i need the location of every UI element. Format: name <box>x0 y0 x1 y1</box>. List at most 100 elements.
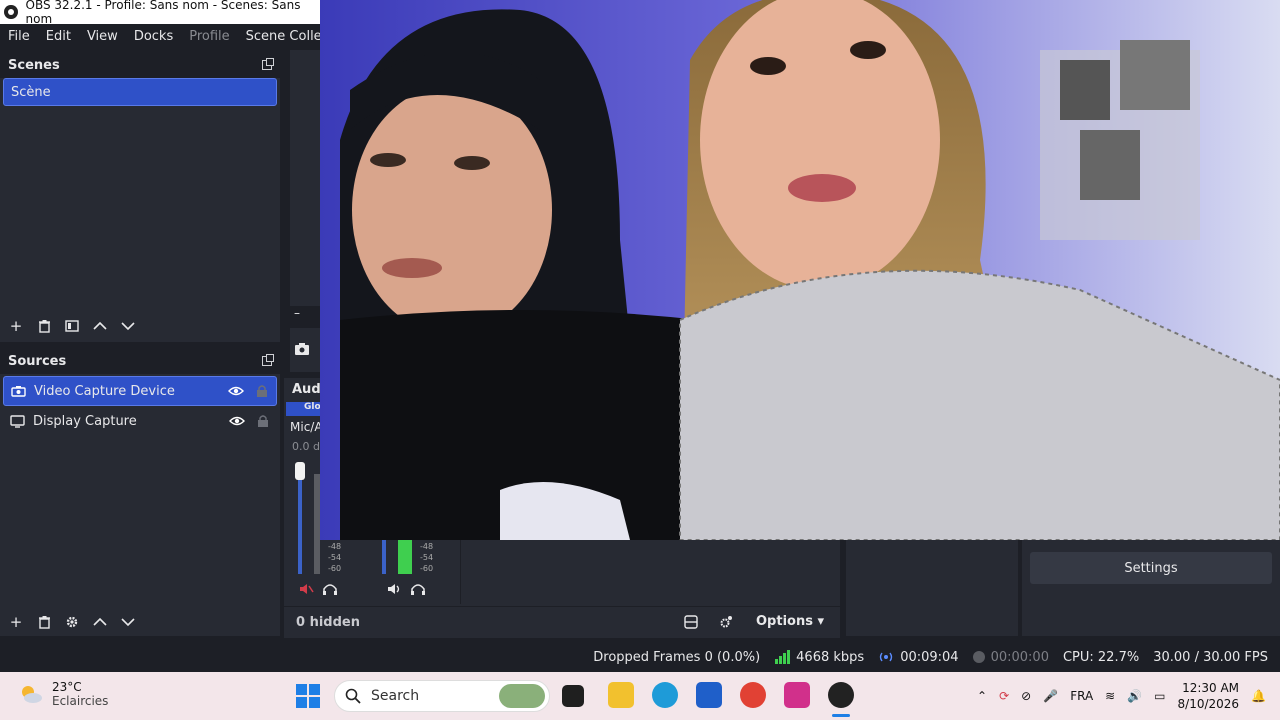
scene-filters-button[interactable] <box>62 316 82 336</box>
broadcast-icon <box>879 652 893 662</box>
clock[interactable]: 12:30 AM 8/10/2026 <box>1178 680 1240 712</box>
undock-icon[interactable] <box>262 354 274 366</box>
settings-button[interactable]: Settings <box>1030 552 1272 584</box>
volume-icon[interactable]: 🔊 <box>1127 689 1142 703</box>
edge-browser-icon[interactable] <box>652 682 678 708</box>
mixer-divider <box>460 540 461 604</box>
remove-source-button[interactable] <box>34 612 54 632</box>
windows-taskbar: 23°C Eclaircies Search ⌃ ⟳ ⊘ 🎤 FRA ≋ 🔊 ▭… <box>0 672 1280 720</box>
add-scene-button[interactable]: + <box>6 316 26 336</box>
obs-window: OBS 32.2.1 - Profile: Sans nom - Scenes:… <box>0 0 1280 720</box>
filters-icon <box>65 320 79 332</box>
show-hidden-icons-chevron-icon[interactable]: ⌃ <box>977 689 987 703</box>
windows-logo-icon <box>296 684 307 695</box>
meter-scale-54: -54 <box>328 553 342 562</box>
weather-widget[interactable]: 23°C Eclaircies <box>18 680 108 708</box>
weather-temperature: 23°C <box>52 680 82 694</box>
menu-file[interactable]: File <box>0 29 38 44</box>
eye-icon[interactable] <box>228 384 244 398</box>
active-app-indicator <box>832 714 850 717</box>
start-button[interactable] <box>296 684 320 708</box>
window-title: OBS 32.2.1 - Profile: Sans nom - Scenes:… <box>25 0 301 26</box>
sources-footer: 0 hidden Options ▾ <box>284 606 840 638</box>
trash-icon <box>38 616 50 629</box>
taskbar-search[interactable]: Search <box>334 680 550 712</box>
battery-icon[interactable]: ▭ <box>1154 689 1165 703</box>
volume-fader-track[interactable] <box>298 464 302 574</box>
record-dot-icon <box>972 651 985 663</box>
eye-icon[interactable] <box>229 414 245 428</box>
meter-scale-48: -48 <box>328 542 342 551</box>
source-properties-button[interactable] <box>62 612 82 632</box>
sources-toolbar: + <box>0 608 280 636</box>
scene-item[interactable]: Scène <box>3 78 277 106</box>
sources-title: Sources <box>8 353 67 369</box>
headphones-icon[interactable] <box>322 582 338 596</box>
add-source-button[interactable]: + <box>6 612 26 632</box>
chevron-up-icon <box>93 321 107 330</box>
system-tray: ⌃ ⟳ ⊘ 🎤 FRA ≋ 🔊 ▭ 12:30 AM 8/10/2026 🔔 <box>977 672 1266 720</box>
lock-icon[interactable] <box>254 384 270 398</box>
obs-logo-icon <box>4 5 18 19</box>
scenes-title: Scenes <box>8 57 60 73</box>
chrome-icon[interactable] <box>740 682 766 708</box>
remove-scene-button[interactable] <box>34 316 54 336</box>
search-highlight-image <box>499 684 545 708</box>
channel-volume-db: 0.0 d <box>292 440 320 453</box>
microphone-icon[interactable]: 🎤 <box>1043 689 1058 703</box>
obs-taskbar-icon[interactable] <box>828 682 854 708</box>
menu-view[interactable]: View <box>79 29 126 44</box>
notifications-bell-icon[interactable]: 🔔 <box>1251 689 1266 703</box>
options-label: Options <box>756 614 813 629</box>
layout-icon[interactable] <box>684 615 698 629</box>
sync-icon[interactable]: ⟳ <box>999 689 1009 703</box>
source-item-label: Display Capture <box>33 413 137 429</box>
menu-profile[interactable]: Profile <box>181 29 237 44</box>
meter-scale: -48 -54 -60 <box>328 541 341 574</box>
dropped-frames: Dropped Frames 0 (0.0%) <box>593 649 761 665</box>
clock-date: 8/10/2026 <box>1177 697 1240 711</box>
camera-icon[interactable] <box>294 342 310 356</box>
source-item-display-capture[interactable]: Display Capture <box>3 406 277 436</box>
microsoft-store-icon[interactable] <box>696 682 722 708</box>
speaker-muted-icon[interactable] <box>298 582 314 596</box>
controls-dock <box>846 540 1018 636</box>
source-item-video-capture[interactable]: Video Capture Device <box>3 376 277 406</box>
transitions-dock <box>290 50 320 306</box>
meter-scale-48: -48 <box>420 542 434 551</box>
wifi-icon[interactable]: ≋ <box>1105 689 1115 703</box>
lock-icon[interactable] <box>255 414 271 428</box>
fps-readout: 30.00 / 30.00 FPS <box>1153 649 1268 665</box>
webcam-frame-image <box>320 0 1280 540</box>
scenes-header: Scenes <box>0 52 280 78</box>
move-scene-up-button[interactable] <box>90 316 110 336</box>
streaming-time: 00:00:00 <box>972 650 1049 665</box>
menu-docks[interactable]: Docks <box>126 29 181 44</box>
options-button[interactable]: Options ▾ <box>756 614 824 629</box>
controls-panel: Settings <box>1022 540 1280 636</box>
undock-icon[interactable] <box>262 58 274 70</box>
language-indicator[interactable]: FRA <box>1070 689 1093 703</box>
meter-scale-54: -54 <box>420 553 434 562</box>
advanced-audio-gear-icon[interactable] <box>718 614 734 630</box>
network-off-icon[interactable]: ⊘ <box>1021 689 1031 703</box>
search-icon <box>345 688 361 704</box>
speaker-icon[interactable] <box>386 582 402 596</box>
move-source-up-button[interactable] <box>90 612 110 632</box>
file-explorer-icon[interactable] <box>608 682 634 708</box>
partly-cloudy-icon <box>22 686 42 703</box>
instagram-icon[interactable] <box>784 682 810 708</box>
menu-edit[interactable]: Edit <box>38 29 79 44</box>
channel-label: Mic/A <box>290 420 323 434</box>
move-scene-down-button[interactable] <box>118 316 138 336</box>
chevron-up-icon <box>93 617 107 626</box>
volume-fader-handle[interactable] <box>295 462 305 480</box>
menu-bar: File Edit View Docks Profile Scene Colle… <box>0 24 320 48</box>
volume-fader-track[interactable] <box>382 540 386 574</box>
headphones-icon[interactable] <box>410 582 426 596</box>
task-view-icon[interactable] <box>562 685 584 707</box>
sources-dock: Sources Video Capture Device Display Cap… <box>0 348 280 636</box>
minus-icon[interactable]: – <box>294 306 300 320</box>
move-source-down-button[interactable] <box>118 612 138 632</box>
menu-scene-collection[interactable]: Scene Collectio <box>238 29 320 44</box>
